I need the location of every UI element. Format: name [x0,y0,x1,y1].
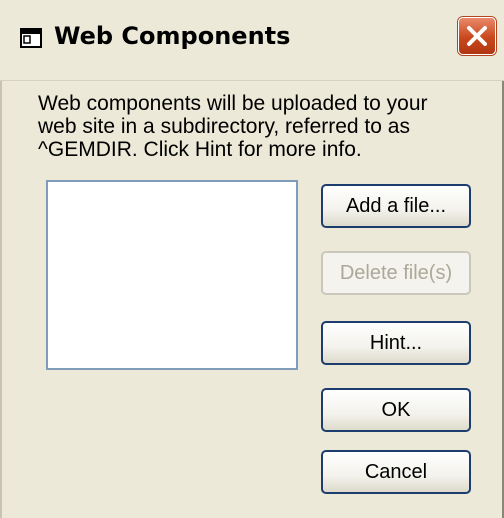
window-title: Web Components [54,22,291,50]
title-bar[interactable]: Web Components [0,0,504,81]
delete-files-button: Delete file(s) [321,251,471,295]
ok-button[interactable]: OK [321,388,471,432]
hint-button[interactable]: Hint... [321,321,471,365]
web-components-dialog: Web Components Web components will be up… [0,0,504,518]
cancel-button[interactable]: Cancel [321,450,471,494]
description-text: Web components will be uploaded to your … [38,92,428,161]
close-icon [467,26,487,46]
file-list[interactable] [46,180,298,370]
add-file-button[interactable]: Add a file... [321,184,471,228]
close-button[interactable] [458,17,496,55]
app-window-icon [20,28,42,48]
